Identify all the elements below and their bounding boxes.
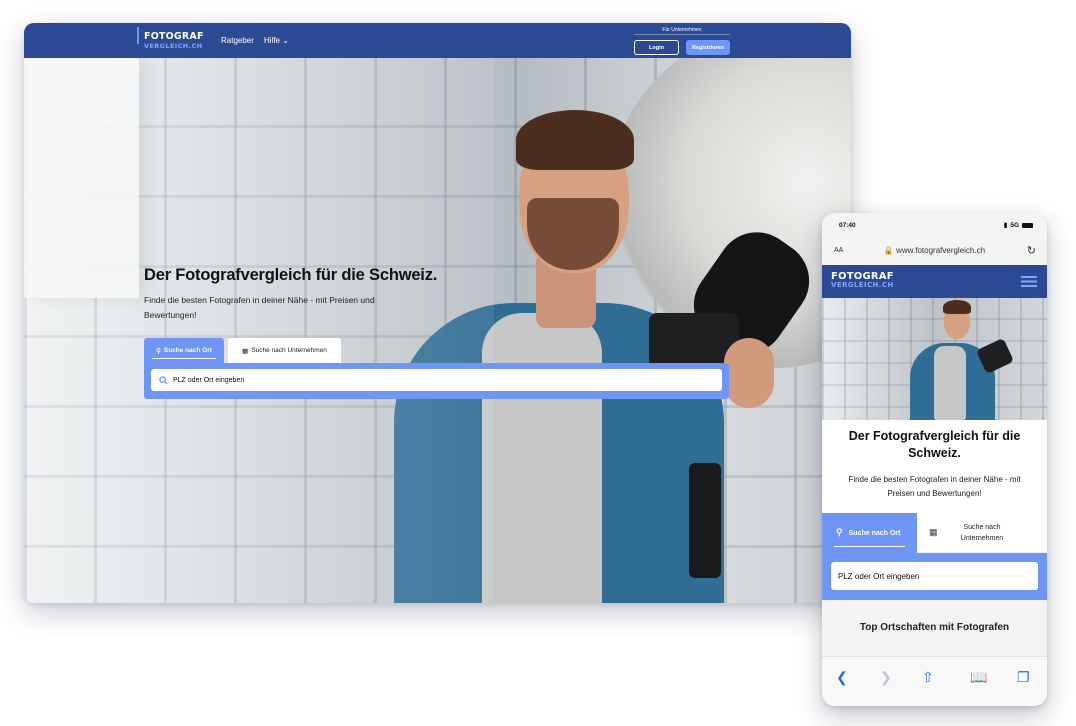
hamburger-menu-icon[interactable] — [1021, 276, 1037, 287]
browser-toolbar: ❮ ❯ ⇧ 📖 ❐ — [822, 656, 1047, 706]
business-divider — [634, 34, 730, 35]
nav-link-ratgeber[interactable]: Ratgeber — [221, 36, 254, 45]
tab-location-label: Suche nach Ort — [163, 347, 212, 354]
mobile-search-panel: PLZ oder Ort eingeben — [822, 553, 1047, 600]
mobile-site-logo[interactable]: FOTOGRAF VERGLEICH.CH — [831, 272, 894, 289]
building-icon: ▦ — [242, 347, 249, 355]
logo-text-secondary: VERGLEICH.CH — [144, 41, 203, 50]
mobile-header: FOTOGRAF VERGLEICH.CH — [822, 265, 1047, 298]
back-icon[interactable]: ❮ — [836, 669, 848, 686]
active-tab-underline — [152, 358, 216, 359]
reload-icon[interactable]: ↻ — [1027, 244, 1036, 257]
logo-accent-bar — [137, 27, 139, 44]
tabs-icon[interactable]: ❐ — [1017, 669, 1030, 686]
location-pin-icon: ⚲ — [156, 347, 161, 355]
tab-search-location[interactable]: ⚲ Suche nach Ort — [144, 338, 224, 363]
status-time: 07:40 — [839, 222, 856, 229]
mobile-tab-search-location[interactable]: ⚲ Suche nach Ort — [822, 513, 917, 553]
mobile-location-input[interactable]: PLZ oder Ort eingeben — [831, 562, 1038, 590]
share-icon[interactable]: ⇧ — [922, 669, 934, 686]
url-text: www.fotografvergleich.ch — [896, 246, 986, 255]
nav-hilfe-label: Hilfe — [264, 36, 281, 45]
mobile-hero-title: Der Fotografvergleich für die Schweiz. — [848, 429, 1021, 460]
phone-status-bar: 07:40 ▮ 5G — [822, 213, 1047, 239]
chevron-down-icon: ⌄ — [282, 36, 289, 45]
forward-icon[interactable]: ❯ — [880, 669, 892, 686]
desktop-header: FOTOGRAF VERGLEICH.CH Ratgeber Hilfe ⌄ F… — [24, 23, 851, 58]
hero-section — [24, 58, 851, 603]
mobile-tab-search-company[interactable]: ▦ Suche nach Unternehmen — [917, 513, 1047, 553]
section-heading: Top Ortschaften mit Fotografen — [822, 600, 1047, 656]
hero-title: Der Fotografvergleich für die Schweiz. — [144, 266, 438, 284]
mobile-hero-subtitle: Finde die besten Fotografen in deiner Nä… — [848, 475, 1021, 498]
building-icon: ▦ — [929, 527, 938, 537]
battery-icon — [1022, 222, 1033, 228]
bookmarks-icon[interactable]: 📖 — [970, 669, 987, 686]
location-search-input[interactable]: PLZ oder Ort eingeben — [151, 369, 722, 391]
tab-company-label: Suche nach Unternehmen — [251, 347, 327, 354]
url-field[interactable]: 🔒 www.fotografvergleich.ch — [822, 246, 1047, 255]
tab-search-company[interactable]: ▦ Suche nach Unternehmen — [228, 338, 341, 363]
desktop-browser-window: FOTOGRAF VERGLEICH.CH Ratgeber Hilfe ⌄ F… — [24, 23, 851, 603]
active-tab-underline — [834, 546, 905, 547]
site-logo[interactable]: FOTOGRAF VERGLEICH.CH — [144, 32, 204, 49]
signal-icon: ▮ — [1003, 222, 1008, 229]
mockup-stage: FOTOGRAF VERGLEICH.CH Ratgeber Hilfe ⌄ F… — [0, 0, 1076, 726]
search-icon — [159, 375, 168, 385]
nav-dropdown-hilfe[interactable]: Hilfe ⌄ — [264, 36, 289, 45]
login-button[interactable]: Login — [634, 40, 679, 55]
logo-text-primary: FOTOGRAF — [144, 31, 204, 42]
search-placeholder: PLZ oder Ort eingeben — [173, 376, 245, 384]
status-indicators: ▮ 5G — [1004, 221, 1033, 229]
search-panel: PLZ oder Ort eingeben — [144, 363, 729, 399]
network-label: 5G — [1010, 221, 1019, 229]
register-button[interactable]: Registrieren — [686, 40, 730, 55]
tab-location-label: Suche nach Ort — [848, 529, 901, 537]
tab-company-label: Suche nach Unternehmen — [960, 523, 1004, 542]
lock-icon: 🔒 — [883, 246, 894, 255]
mobile-hero-image — [822, 298, 1047, 420]
hero-text-overlay — [24, 58, 494, 603]
hero-subtitle: Finde die besten Fotografen in deiner Nä… — [144, 295, 375, 320]
logo-text-secondary: VERGLEICH.CH — [831, 281, 894, 289]
business-label: Für Unternehmen — [662, 27, 702, 33]
mobile-phone-frame: 07:40 ▮ 5G AA 🔒 www.fotografvergleich.ch… — [822, 213, 1047, 706]
browser-address-bar: AA 🔒 www.fotografvergleich.ch ↻ — [822, 239, 1047, 265]
location-pin-icon: ⚲ — [836, 527, 843, 537]
